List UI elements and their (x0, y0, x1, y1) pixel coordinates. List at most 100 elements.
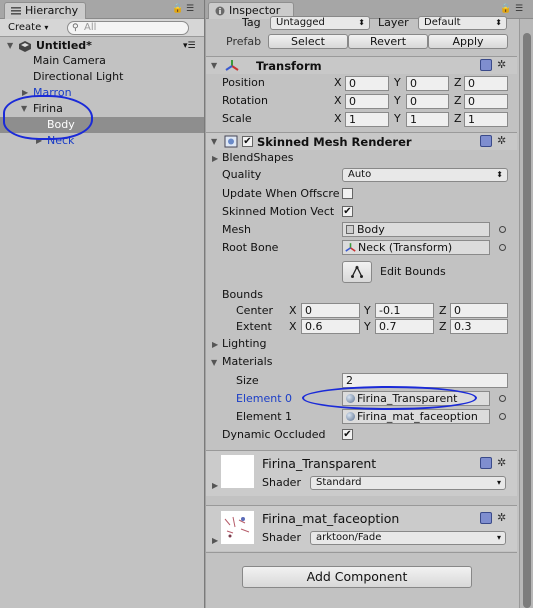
fold-closed-icon[interactable]: ▶ (212, 340, 218, 349)
tab-hierarchy-label: Hierarchy (25, 4, 79, 17)
smr-title: Skinned Mesh Renderer (257, 135, 412, 149)
scale-x-field[interactable]: 1 (345, 112, 389, 127)
material-sphere-icon (346, 412, 355, 421)
mesh-label: Mesh (222, 223, 251, 236)
create-button[interactable]: Create ▾ (4, 21, 52, 35)
scale-z-field[interactable]: 1 (464, 112, 508, 127)
scene-name: Untitled* (36, 39, 92, 52)
gear-icon[interactable]: ✲ (497, 511, 506, 524)
materials-label[interactable]: Materials (222, 355, 272, 369)
fold-open-icon[interactable]: ▼ (211, 61, 217, 70)
shader-label: Shader (262, 531, 301, 544)
lock-icon[interactable]: 🔒 (172, 4, 183, 14)
tag-dropdown[interactable]: Untagged ⬍ (270, 16, 370, 30)
extent-y-field[interactable]: 0.7 (375, 319, 434, 334)
extent-z-field[interactable]: 0.3 (450, 319, 508, 334)
transform-header[interactable]: ▼ Transform ✲ (206, 56, 517, 74)
axis-x-label: X (334, 76, 342, 89)
mesh-grid-icon (346, 225, 354, 234)
scene-row[interactable]: ▼ Untitled* ▾☰ (0, 38, 204, 54)
tab-hierarchy[interactable]: Hierarchy (4, 2, 86, 19)
center-z-field[interactable]: 0 (450, 303, 508, 318)
update-offscreen-checkbox[interactable] (342, 188, 353, 199)
object-picker-icon[interactable] (499, 395, 506, 402)
element1-field[interactable]: Firina_mat_faceoption (342, 409, 490, 424)
scrollbar-thumb[interactable] (523, 33, 531, 608)
axis-x-label: X (334, 112, 342, 125)
panel-menu-icon[interactable]: ☰ (186, 4, 194, 14)
shader-dropdown[interactable]: Standard ▾ (310, 476, 506, 490)
lock-icon[interactable]: 🔒 (500, 4, 511, 14)
gear-icon[interactable]: ✲ (497, 134, 506, 147)
axis-y-label: Y (394, 112, 401, 125)
hierarchy-tabbar: Hierarchy 🔒 ☰ (0, 0, 204, 19)
root-bone-label: Root Bone (222, 241, 279, 254)
size-label: Size (236, 374, 259, 387)
shader-value: Standard (316, 477, 362, 488)
fold-open-icon[interactable]: ▼ (7, 38, 13, 54)
skinned-motion-checkbox[interactable]: ✔ (342, 206, 353, 217)
hierarchy-item-main-camera[interactable]: Main Camera (0, 53, 204, 69)
axis-x-label: X (289, 304, 297, 317)
position-x-field[interactable]: 0 (345, 76, 389, 91)
dropdown-arrow-icon: ⬍ (358, 18, 365, 27)
scene-menu-icon[interactable]: ▾☰ (183, 38, 196, 54)
mesh-value: Body (357, 223, 385, 236)
fold-open-icon[interactable]: ▼ (211, 358, 217, 367)
element0-label: Element 0 (236, 392, 293, 405)
position-z-field[interactable]: 0 (464, 76, 508, 91)
edit-bounds-button[interactable] (342, 261, 372, 283)
root-bone-value: Neck (Transform) (358, 241, 453, 254)
inspector-scrollbar[interactable] (519, 19, 533, 608)
axis-z-label: Z (454, 76, 462, 89)
object-picker-icon[interactable] (499, 226, 506, 233)
tag-label: Tag (242, 16, 261, 29)
help-book-icon[interactable] (480, 512, 492, 524)
root-bone-field[interactable]: Neck (Transform) (342, 240, 490, 255)
prefab-select-button[interactable]: Select (268, 34, 348, 49)
rotation-y-field[interactable]: 0 (406, 94, 449, 109)
panel-menu-icon[interactable]: ☰ (515, 4, 523, 14)
object-picker-icon[interactable] (499, 244, 506, 251)
blendshapes-label[interactable]: BlendShapes (222, 151, 294, 165)
hierarchy-item-directional-light[interactable]: Directional Light (0, 69, 204, 85)
fold-open-icon[interactable]: ▼ (211, 137, 217, 146)
help-book-icon[interactable] (480, 59, 492, 71)
gear-icon[interactable]: ✲ (497, 456, 506, 469)
search-input[interactable]: ⚲ All (67, 21, 189, 35)
lighting-label[interactable]: Lighting (222, 337, 266, 351)
position-y-field[interactable]: 0 (406, 76, 449, 91)
scale-y-field[interactable]: 1 (406, 112, 449, 127)
extent-x-field[interactable]: 0.6 (301, 319, 360, 334)
mesh-field[interactable]: Body (342, 222, 490, 237)
prefab-apply-button[interactable]: Apply (428, 34, 508, 49)
info-icon (215, 6, 225, 16)
object-picker-icon[interactable] (499, 413, 506, 420)
shader-dropdown[interactable]: arktoon/Fade ▾ (310, 531, 506, 545)
element1-value: Firina_mat_faceoption (357, 410, 478, 423)
fold-closed-icon[interactable]: ▶ (212, 481, 218, 490)
dynamic-occluded-checkbox[interactable]: ✔ (342, 429, 353, 440)
component-enabled-checkbox[interactable]: ✔ (242, 136, 253, 147)
scale-label: Scale (222, 112, 252, 125)
shader-value: arktoon/Fade (316, 532, 382, 543)
fold-closed-icon[interactable]: ▶ (212, 536, 218, 545)
skinned-mesh-renderer-header[interactable]: ▼ ✔ Skinned Mesh Renderer ✲ (206, 132, 517, 150)
fold-closed-icon[interactable]: ▶ (212, 154, 218, 163)
axis-x-label: X (334, 94, 342, 107)
prefab-revert-button[interactable]: Revert (348, 34, 428, 49)
gear-icon[interactable]: ✲ (497, 58, 506, 71)
help-book-icon[interactable] (480, 457, 492, 469)
center-x-field[interactable]: 0 (301, 303, 360, 318)
help-book-icon[interactable] (480, 135, 492, 147)
dropdown-arrow-icon: ▾ (496, 478, 501, 487)
annotation-circle (3, 95, 93, 140)
rotation-x-field[interactable]: 0 (345, 94, 389, 109)
add-component-button[interactable]: Add Component (242, 566, 472, 588)
mesh-renderer-icon (224, 135, 238, 148)
bounds-label: Bounds (222, 288, 263, 301)
center-y-field[interactable]: -0.1 (375, 303, 434, 318)
quality-dropdown[interactable]: Auto ⬍ (342, 168, 508, 182)
rotation-z-field[interactable]: 0 (464, 94, 508, 109)
layer-dropdown[interactable]: Default ⬍ (418, 16, 507, 30)
